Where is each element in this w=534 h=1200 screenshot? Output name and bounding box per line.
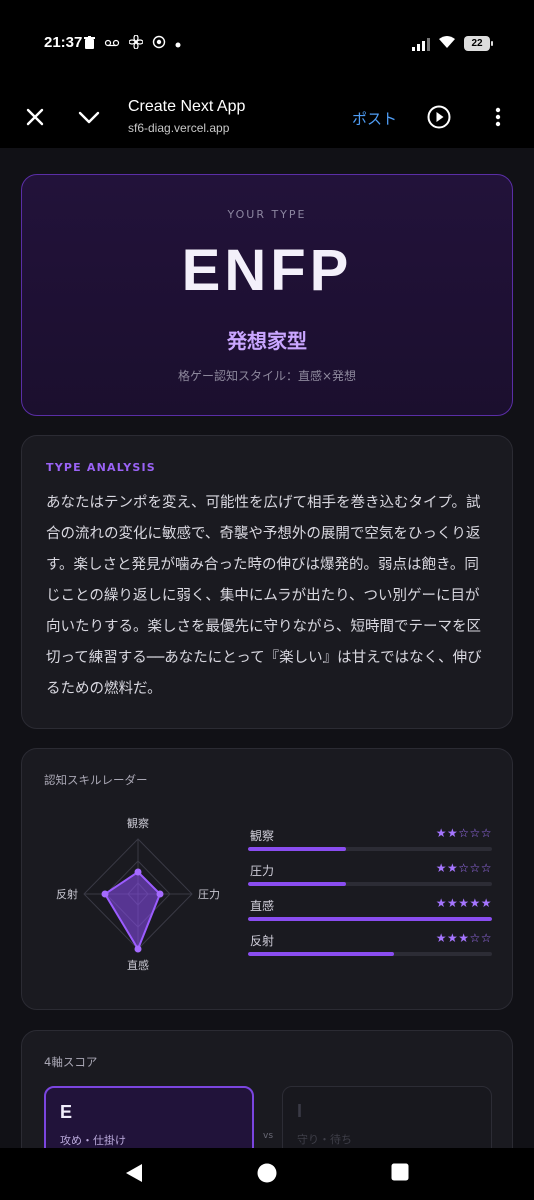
skill-stars: ★★★★★	[435, 896, 492, 910]
analysis-text: あなたはテンポを変え、可能性を広げて相手を巻き込むタイプ。試合の流れの変化に敏感…	[46, 495, 482, 697]
axis-description: 攻め・仕掛け	[60, 1134, 126, 1147]
type-hero-card: YOUR TYPE ENFP 発想家型 格ゲー認知スタイル：直感×発想	[21, 174, 513, 416]
trash-icon	[84, 35, 95, 52]
skill-bar	[248, 882, 492, 886]
back-icon[interactable]	[124, 1162, 144, 1184]
radar-point	[156, 890, 164, 898]
status-right: 22	[412, 34, 493, 53]
radar-area	[103, 870, 162, 952]
radar-chart: 観察 圧力 直感 反射	[56, 816, 220, 972]
browser-toolbar: Create Next App sf6-diag.vercel.app ポスト	[0, 88, 534, 148]
radar-label-top: 観察	[127, 816, 149, 830]
axis-letter: I	[297, 1101, 303, 1121]
wifi-icon	[438, 34, 456, 53]
fan-icon	[128, 34, 144, 52]
radar-point	[134, 868, 142, 876]
radar-title: 認知スキルレーダー	[44, 773, 148, 787]
skill-bar-fill	[248, 847, 346, 851]
axis-letter: E	[60, 1102, 73, 1122]
analysis-label: TYPE ANALYSIS	[46, 461, 156, 474]
home-icon[interactable]	[256, 1162, 278, 1184]
status-bar: 21:37 22	[0, 0, 534, 88]
axis-option-i[interactable]: I 守り・待ち	[282, 1086, 492, 1148]
skill-row: 観察 ★★☆☆☆	[248, 826, 492, 862]
axis-option-e[interactable]: E 攻め・仕掛け	[44, 1086, 254, 1148]
axis-score-title: 4軸スコア	[44, 1055, 98, 1069]
notification-icons	[84, 34, 181, 52]
skill-bar-fill	[248, 917, 492, 921]
page-title: Create Next App	[128, 98, 246, 115]
type-analysis-card: TYPE ANALYSIS あなたはテンポを変え、可能性を広げて相手を巻き込むタ…	[21, 435, 513, 729]
radar-point	[101, 890, 109, 898]
page-url: sf6-diag.vercel.app	[128, 121, 230, 135]
voicemail-icon	[104, 37, 120, 51]
system-nav-bar	[0, 1148, 534, 1200]
skill-list: 観察 ★★☆☆☆ 圧力 ★★☆☆☆ 直感 ★★★★★ 反射 ★★★☆☆	[248, 826, 492, 967]
skill-name: 観察	[250, 829, 275, 843]
skill-row: 直感 ★★★★★	[248, 896, 492, 932]
recent-apps-icon[interactable]	[391, 1163, 409, 1181]
skill-name: 反射	[250, 934, 275, 948]
skill-bar-fill	[248, 952, 395, 956]
power-icon	[152, 35, 166, 52]
skill-name: 直感	[250, 899, 275, 913]
skill-bar	[248, 847, 492, 851]
type-name: 発想家型	[227, 329, 307, 353]
axis-description: 守り・待ち	[297, 1133, 352, 1146]
close-icon[interactable]	[22, 104, 48, 130]
type-style: 格ゲー認知スタイル：直感×発想	[177, 369, 357, 383]
more-vert-icon[interactable]	[488, 104, 508, 130]
page-content: YOUR TYPE ENFP 発想家型 格ゲー認知スタイル：直感×発想 TYPE…	[0, 148, 534, 1148]
skill-bar	[248, 952, 492, 956]
skill-stars: ★★☆☆☆	[435, 861, 492, 875]
skill-stars: ★★★☆☆	[435, 931, 492, 945]
axis-vs-label: vs	[263, 1131, 274, 1141]
chevron-down-icon[interactable]	[76, 104, 102, 130]
skill-row: 圧力 ★★☆☆☆	[248, 861, 492, 897]
signal-icon	[412, 37, 430, 51]
radar-label-right: 圧力	[198, 888, 220, 901]
type-kicker: YOUR TYPE	[227, 208, 307, 221]
type-code: ENFP	[181, 238, 353, 303]
post-button[interactable]: ポスト	[352, 108, 397, 129]
dot-icon	[175, 37, 181, 51]
skill-bar	[248, 917, 492, 921]
skill-row: 反射 ★★★☆☆	[248, 931, 492, 967]
radar-point	[134, 945, 142, 953]
battery-icon: 22	[464, 36, 493, 51]
play-icon[interactable]	[426, 104, 452, 130]
skill-name: 圧力	[250, 864, 275, 878]
status-time: 21:37	[44, 34, 83, 51]
axis-score-card: 4軸スコア E 攻め・仕掛け vs I 守り・待ち	[21, 1030, 513, 1148]
skill-bar-fill	[248, 882, 346, 886]
radar-label-bottom: 直感	[127, 958, 149, 972]
radar-label-left: 反射	[56, 887, 78, 901]
skill-stars: ★★☆☆☆	[435, 826, 492, 840]
skill-radar-card: 認知スキルレーダー 観察 圧力 直感 反射 観察 ★★☆☆☆ 圧力 ★★☆☆☆ …	[21, 748, 513, 1010]
